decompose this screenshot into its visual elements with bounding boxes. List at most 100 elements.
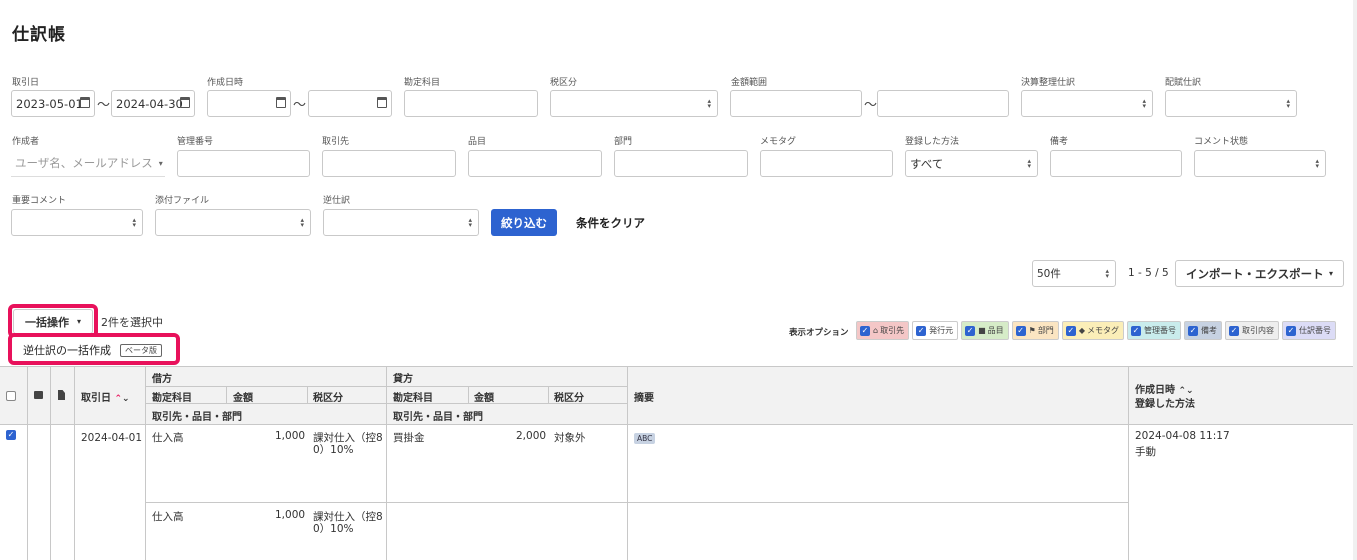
- display-option-chip[interactable]: ✓ 発行元: [912, 321, 959, 340]
- chevron-down-icon: ▾: [77, 317, 82, 326]
- bulk-reverse-menu-item[interactable]: 逆仕訳の一括作成: [23, 342, 111, 358]
- allocation-select[interactable]: ▴ ▾: [1165, 90, 1297, 117]
- select-caret-icon: ▴ ▾: [1105, 267, 1109, 280]
- header-debit-amount: 金額: [233, 393, 253, 404]
- creator-select[interactable]: ユーザ名、メールアドレス ▾: [11, 150, 165, 177]
- select-caret-icon: ▴ ▾: [1027, 157, 1031, 170]
- row-credit-amount: 2,000: [516, 430, 547, 442]
- tax-label: 税区分: [550, 78, 578, 88]
- deal-date-to-input[interactable]: 2024-04-30: [111, 90, 195, 117]
- checkbox-icon: ✓: [965, 325, 976, 336]
- created-label: 作成日時: [207, 78, 244, 88]
- page-scrollbar[interactable]: [1353, 0, 1357, 560]
- row-debit-account: 仕入高: [152, 432, 184, 444]
- select-caret-icon: ▴ ▾: [1315, 157, 1319, 170]
- deal-date-to-value: 2024-04-30: [116, 96, 183, 111]
- display-option-chip[interactable]: ✓ ⚑ 部門: [1011, 321, 1059, 340]
- display-option-chip[interactable]: ✓ 備考: [1183, 321, 1222, 340]
- method-select[interactable]: すべて ▴ ▾: [905, 150, 1038, 177]
- header-deal-date-label: 取引日: [81, 393, 111, 404]
- chevron-down-icon: ▾: [1328, 269, 1333, 278]
- calendar-icon: [80, 97, 90, 108]
- item-input[interactable]: [468, 150, 602, 177]
- dept-label: 部門: [614, 137, 633, 147]
- creator-placeholder: ユーザ名、メールアドレス: [15, 156, 153, 170]
- bulk-operation-button[interactable]: 一括操作 ▾: [13, 309, 93, 334]
- header-credit-partner: 取引先・品目・部門: [393, 412, 483, 423]
- deal-date-label: 取引日: [12, 78, 40, 88]
- select-caret-icon: ▴ ▾: [132, 216, 136, 229]
- row-debit2-tax-line2: 0）10%: [313, 523, 354, 535]
- checkbox-icon: ✓: [1015, 325, 1026, 336]
- attach-select[interactable]: ▴ ▾: [155, 209, 311, 236]
- row-debit-amount: 1,000: [275, 430, 306, 442]
- display-option-chip[interactable]: ✓ ◆ メモタグ: [1061, 321, 1124, 340]
- import-export-label: インポート・エクスポート: [1186, 266, 1324, 281]
- partner-input[interactable]: [322, 150, 456, 177]
- tilde: 〜: [864, 98, 878, 113]
- mgmt-input[interactable]: [177, 150, 310, 177]
- note-input[interactable]: [1050, 150, 1182, 177]
- header-debit-tax: 税区分: [313, 393, 343, 404]
- important-select[interactable]: ▴ ▾: [11, 209, 143, 236]
- memo-input[interactable]: [760, 150, 893, 177]
- display-option-chip[interactable]: ✓ 仕訳番号: [1281, 321, 1336, 340]
- display-option-chip[interactable]: ✓ 取引内容: [1224, 321, 1279, 340]
- clear-filter-button[interactable]: 条件をクリア: [576, 215, 645, 231]
- comment-icon: [34, 391, 43, 399]
- select-all-checkbox[interactable]: [6, 391, 16, 401]
- mgmt-label: 管理番号: [177, 137, 214, 147]
- filter-submit-button[interactable]: 絞り込む: [491, 209, 557, 236]
- page-title: 仕訳帳: [12, 25, 66, 45]
- display-option-label: 品目: [987, 326, 1004, 335]
- calendar-icon: [377, 97, 387, 108]
- header-credit-tax: 税区分: [554, 393, 584, 404]
- display-option-chip[interactable]: ✓ ⌂ 取引先: [856, 321, 910, 340]
- display-option-chip[interactable]: ✓ 管理番号: [1126, 321, 1181, 340]
- display-option-label: 取引先: [880, 326, 905, 335]
- header-deal-date[interactable]: 取引日 ⌃⌄: [81, 389, 130, 404]
- sort-down-icon: ⌄: [122, 394, 130, 404]
- row-debit2-amount: 1,000: [275, 509, 306, 521]
- display-option-chip[interactable]: ✓ ■ 品目: [961, 321, 1009, 340]
- tax-select[interactable]: ▴ ▾: [550, 90, 718, 117]
- row-checkbox[interactable]: ✓: [6, 430, 16, 440]
- comment-select[interactable]: ▴ ▾: [1194, 150, 1326, 177]
- select-caret-icon: ▴ ▾: [468, 216, 472, 229]
- deal-date-from-input[interactable]: 2023-05-01: [11, 90, 95, 117]
- account-label: 勘定科目: [404, 78, 441, 88]
- select-caret-icon: ▴ ▾: [300, 216, 304, 229]
- created-to-input[interactable]: [308, 90, 392, 117]
- per-page-select[interactable]: 50件 ▴ ▾: [1032, 260, 1116, 287]
- checkbox-icon: ✓: [1285, 325, 1296, 336]
- bulk-operation-label: 一括操作: [25, 315, 69, 329]
- header-created[interactable]: 作成日時 ⌃⌄: [1135, 381, 1194, 396]
- select-caret-icon: ▴ ▾: [707, 97, 711, 110]
- amount-min-input[interactable]: [730, 90, 862, 117]
- account-input[interactable]: [404, 90, 538, 117]
- display-option-label: 管理番号: [1143, 326, 1176, 335]
- header-credit-amount: 金額: [474, 393, 494, 404]
- reverse-select[interactable]: ▴ ▾: [323, 209, 479, 236]
- dept-input[interactable]: [614, 150, 748, 177]
- created-from-input[interactable]: [207, 90, 291, 117]
- amount-max-input[interactable]: [877, 90, 1009, 117]
- display-option-label: メモタグ: [1086, 326, 1119, 335]
- row-credit-tax: 対象外: [554, 432, 586, 444]
- per-page-value: 50件: [1037, 268, 1061, 280]
- import-export-button[interactable]: インポート・エクスポート ▾: [1175, 260, 1344, 287]
- header-credit: 貸方: [393, 374, 413, 385]
- calendar-icon: [276, 97, 286, 108]
- memo-tag-badge: ABC: [634, 433, 656, 444]
- closing-select[interactable]: ▴ ▾: [1021, 90, 1153, 117]
- creator-label: 作成者: [12, 137, 40, 147]
- comment-label: コメント状態: [1194, 137, 1249, 147]
- checkbox-icon: ✓: [860, 325, 870, 336]
- reverse-label: 逆仕訳: [323, 196, 351, 206]
- flag-icon: ⚑: [1028, 326, 1036, 335]
- box-icon: ■: [978, 326, 986, 335]
- selected-count: 2件を選択中: [101, 316, 163, 329]
- checkbox-icon: ✓: [1187, 325, 1198, 336]
- select-caret-icon: ▴ ▾: [1286, 97, 1290, 110]
- method-label: 登録した方法: [905, 137, 960, 147]
